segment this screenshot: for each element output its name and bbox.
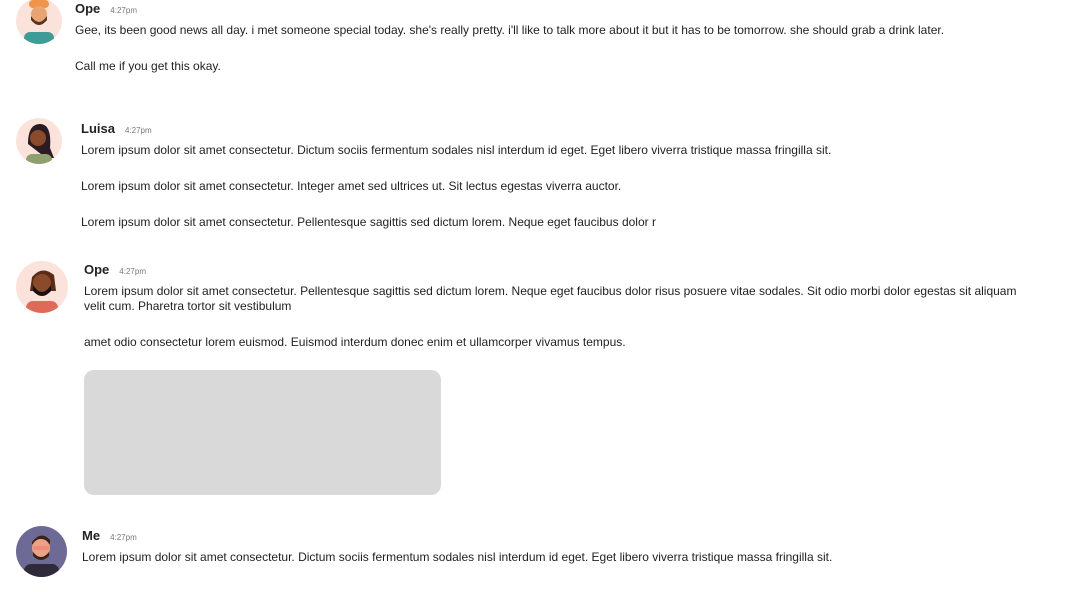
avatar[interactable] [16, 0, 62, 44]
avatar[interactable] [16, 261, 68, 313]
timestamp: 4:27pm [124, 126, 152, 135]
message-text: Lorem ipsum dolor sit amet consectetur. … [82, 550, 833, 564]
timestamp: 4:27pm [110, 6, 137, 15]
message-text: Lorem ipsum dolor sit amet consectetur. … [84, 284, 1017, 313]
avatar[interactable] [16, 118, 62, 164]
avatar-person-icon [26, 270, 58, 313]
avatar-person-icon [24, 0, 54, 44]
image-attachment-placeholder[interactable] [84, 370, 441, 495]
avatar-person-icon [26, 124, 54, 164]
sender-name: Ope [84, 262, 110, 277]
avatar[interactable] [16, 526, 67, 577]
sender-name: Ope [75, 1, 101, 16]
timestamp: 4:27pm [110, 533, 137, 542]
message-text: Gee, its been good news all day. i met s… [75, 23, 945, 37]
avatar-person-icon [24, 535, 59, 577]
message-text: Lorem ipsum dolor sit amet consectetur. … [81, 179, 622, 193]
message-text: amet odio consectetur lorem euismod. Eui… [84, 335, 626, 349]
message-text: Lorem ipsum dolor sit amet consectetur. … [81, 215, 656, 229]
message-text: Lorem ipsum dolor sit amet consectetur. … [81, 143, 832, 157]
sender-name: Luisa [81, 121, 115, 136]
message-text: Call me if you get this okay. [75, 59, 221, 73]
timestamp: 4:27pm [119, 267, 146, 276]
sender-name: Me [82, 528, 101, 543]
